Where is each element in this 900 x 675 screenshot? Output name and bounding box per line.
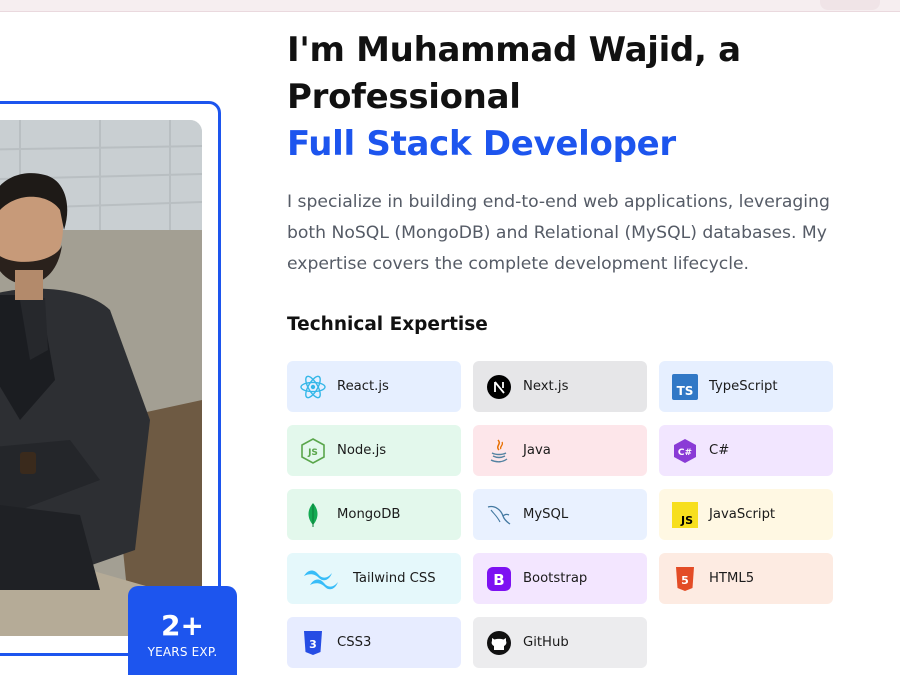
skill-card-mysql: MySQL xyxy=(473,489,647,540)
skill-card-bootstrap: B Bootstrap xyxy=(473,553,647,604)
headline-line-1: I'm Muhammad Wajid, a xyxy=(287,30,741,70)
skill-card-node-js: JS Node.js xyxy=(287,425,461,476)
skill-label: Next.js xyxy=(523,379,569,394)
skill-card-c: C# C# xyxy=(659,425,833,476)
skills-grid: React.js Next.js TS TypeScript JS Node.js Java… xyxy=(287,361,833,668)
skill-label: MongoDB xyxy=(337,507,401,522)
experience-value: 2+ xyxy=(161,609,204,642)
skill-label: Java xyxy=(523,443,551,458)
tailwind-icon xyxy=(299,565,343,593)
skill-label: React.js xyxy=(337,379,389,394)
nodejs-icon: JS xyxy=(299,437,327,465)
github-icon xyxy=(485,629,513,657)
java-icon xyxy=(485,437,513,465)
skill-label: JavaScript xyxy=(709,507,776,522)
javascript-icon: JS xyxy=(671,501,699,529)
svg-text:JS: JS xyxy=(307,448,318,458)
skill-card-css3: 3 CSS3 xyxy=(287,617,461,668)
bootstrap-icon: B xyxy=(485,565,513,593)
skill-label: HTML5 xyxy=(709,571,755,586)
skill-card-typescript: TS TypeScript xyxy=(659,361,833,412)
skill-card-github: GitHub xyxy=(473,617,647,668)
technical-expertise-title: Technical Expertise xyxy=(287,314,488,335)
skill-card-tailwind-css: Tailwind CSS xyxy=(287,553,461,604)
skill-card-html5: 5 HTML5 xyxy=(659,553,833,604)
svg-text:5: 5 xyxy=(681,574,689,587)
skill-label: CSS3 xyxy=(337,635,372,650)
skill-label: MySQL xyxy=(523,507,569,522)
skill-label: TypeScript xyxy=(709,379,778,394)
headline-accent: Full Stack Developer xyxy=(287,124,676,164)
skill-label: Bootstrap xyxy=(523,571,588,586)
mysql-icon xyxy=(485,501,513,529)
react-icon xyxy=(299,373,327,401)
intro-paragraph: I specialize in building end-to-end web … xyxy=(287,192,830,274)
headline-line-2: Professional xyxy=(287,77,521,117)
html5-icon: 5 xyxy=(671,565,699,593)
experience-label: YEARS EXP. xyxy=(147,645,218,659)
css3-icon: 3 xyxy=(299,629,327,657)
experience-badge: 2+ YEARS EXP. xyxy=(128,586,237,675)
nextjs-icon xyxy=(485,373,513,401)
skill-label: GitHub xyxy=(523,635,569,650)
skill-label: Tailwind CSS xyxy=(353,571,436,586)
profile-photo xyxy=(0,120,202,636)
skill-card-javascript: JS JavaScript xyxy=(659,489,833,540)
skill-card-next-js: Next.js xyxy=(473,361,647,412)
skill-card-java: Java xyxy=(473,425,647,476)
browser-top-strip xyxy=(0,0,900,12)
skill-card-mongodb: MongoDB xyxy=(287,489,461,540)
svg-text:JS: JS xyxy=(680,514,693,527)
csharp-icon: C# xyxy=(671,437,699,465)
skill-label: C# xyxy=(709,443,730,458)
svg-text:B: B xyxy=(493,571,504,589)
typescript-icon: TS xyxy=(671,373,699,401)
skill-card-react-js: React.js xyxy=(287,361,461,412)
svg-text:TS: TS xyxy=(677,384,694,398)
svg-text:3: 3 xyxy=(309,638,317,651)
skill-label: Node.js xyxy=(337,443,387,458)
browser-control xyxy=(820,0,880,10)
svg-text:C#: C# xyxy=(678,448,692,458)
hero-headline: I'm Muhammad Wajid, a Professional Full … xyxy=(287,27,867,168)
mongodb-icon xyxy=(299,501,327,529)
